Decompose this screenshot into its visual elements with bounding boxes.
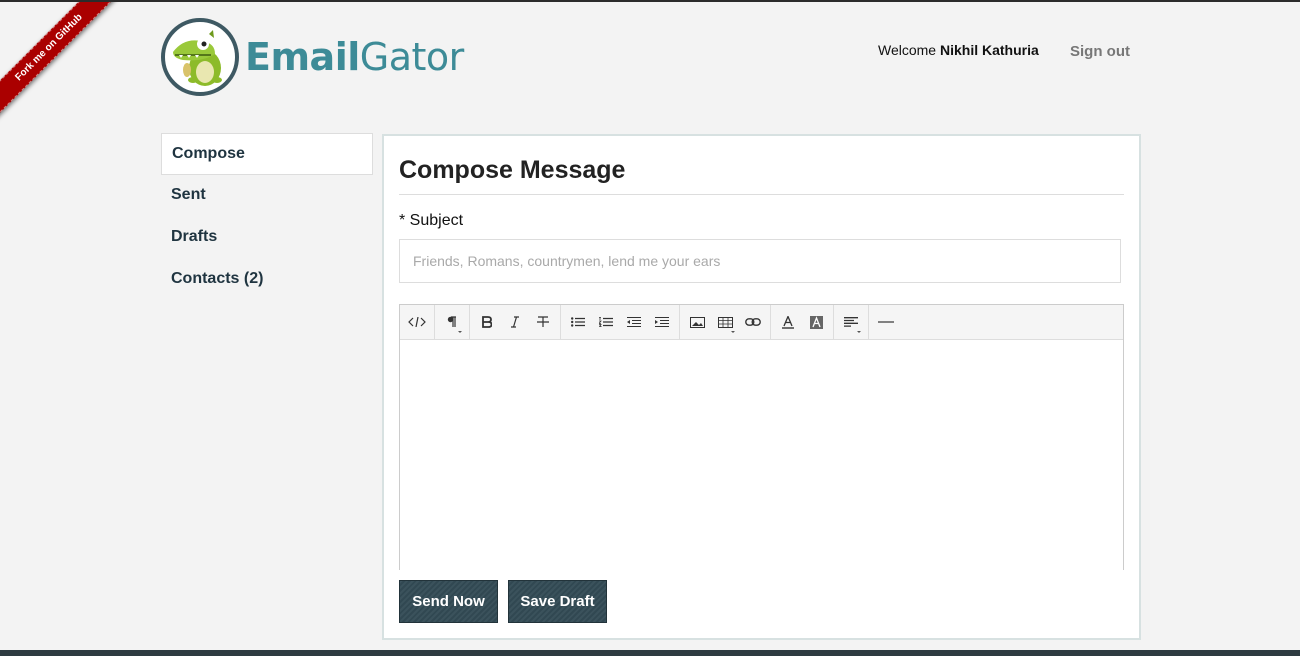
paragraph-style-icon[interactable] [438,305,466,339]
outdent-icon[interactable] [620,305,648,339]
logo-text-bold: Email [245,35,360,79]
send-now-button[interactable]: Send Now [399,580,498,623]
horizontal-rule-icon[interactable] [872,305,900,339]
editor-toolbar [400,305,1123,340]
link-icon[interactable] [739,305,767,339]
welcome-prefix: Welcome [878,42,937,58]
subject-input[interactable] [399,239,1121,283]
sidebar-item-contacts[interactable]: Contacts (2) [161,259,373,301]
indent-icon[interactable] [648,305,676,339]
page-title: Compose Message [399,156,626,184]
background-color-icon[interactable] [802,305,830,339]
welcome-message: Welcome Nikhil Kathuria [878,42,1039,58]
image-icon[interactable] [683,305,711,339]
ordered-list-icon[interactable] [592,305,620,339]
font-color-icon[interactable] [774,305,802,339]
sidebar-item-sent[interactable]: Sent [161,175,373,217]
sidebar-item-compose[interactable]: Compose [161,133,373,175]
message-body-editor[interactable] [400,340,1123,570]
sidebar-item-drafts[interactable]: Drafts [161,217,373,259]
title-divider [399,194,1124,195]
user-name: Nikhil Kathuria [939,42,1039,58]
strikethrough-icon[interactable] [529,305,557,339]
rich-text-editor [399,304,1124,570]
gator-mascot-icon [161,18,239,96]
table-icon[interactable] [711,305,739,339]
bold-icon[interactable] [473,305,501,339]
app-logo[interactable]: EmailGator [161,18,464,96]
github-ribbon[interactable]: Fork me on GitHub [0,2,130,132]
footer-bar [0,650,1300,656]
align-icon[interactable] [837,305,865,339]
github-ribbon-label[interactable]: Fork me on GitHub [0,2,125,123]
unordered-list-icon[interactable] [564,305,592,339]
sign-out-link[interactable]: Sign out [1070,43,1130,60]
code-view-icon[interactable] [403,305,431,339]
app-logo-text: EmailGator [245,35,464,79]
save-draft-button[interactable]: Save Draft [508,580,607,623]
compose-panel: Compose Message * Subject Friends, Roman… [382,134,1141,640]
logo-text-light: Gator [359,35,465,79]
subject-label: * Subject [399,212,464,229]
sidebar-nav: Compose Sent Drafts Contacts (2) [161,133,373,301]
italic-icon[interactable] [501,305,529,339]
